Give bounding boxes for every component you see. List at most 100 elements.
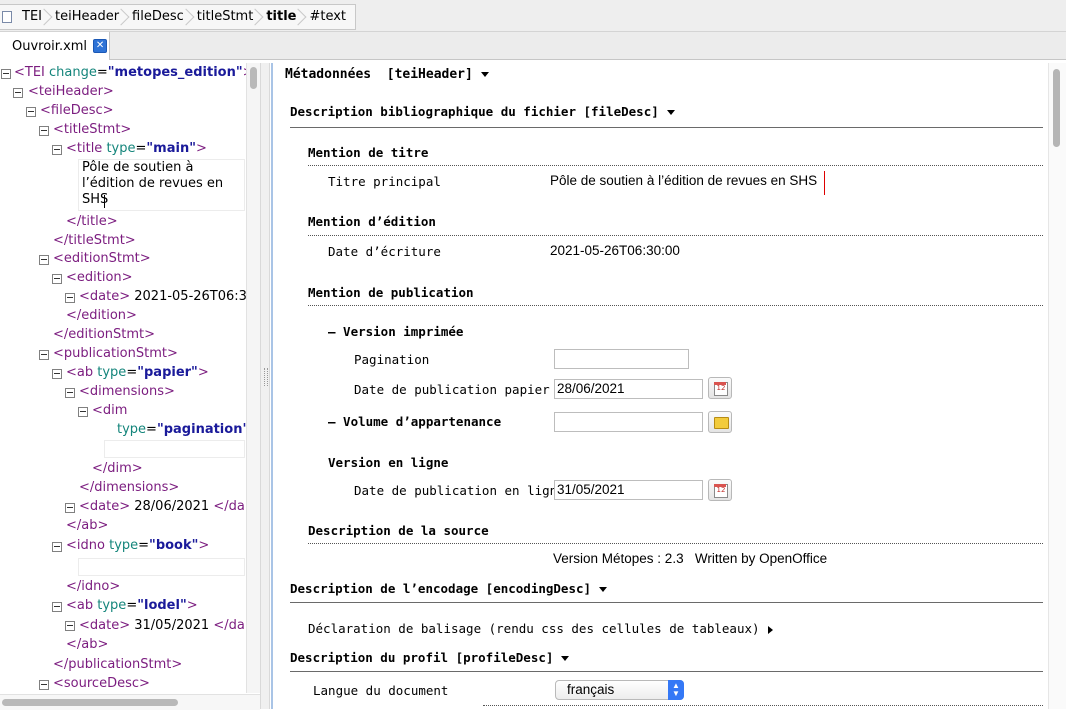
attr-value: "main" [146, 141, 196, 156]
collapse-icon[interactable] [65, 293, 75, 303]
idno-text-editor[interactable] [78, 558, 245, 576]
tree-node-ab-lodel[interactable]: <ab type="lodel"> [66, 596, 198, 615]
text-cursor [104, 195, 105, 208]
tree-node-ab-end[interactable]: </ab> [66, 635, 108, 654]
tree-node-publicationstmt-end[interactable]: </publicationStmt> [53, 655, 182, 674]
print-version-heading[interactable]: – Version imprimée [328, 323, 463, 341]
tree-node-titlestmt-end[interactable]: </titleStmt> [53, 231, 136, 250]
tree-node-ab-papier[interactable]: <ab type="papier"> [66, 363, 209, 382]
tab-ouvroir-xml[interactable]: Ouvroir.xml ✕ [0, 32, 110, 60]
markup-declaration[interactable]: Déclaration de balisage (rendu css des c… [308, 620, 773, 638]
date-value[interactable]: 2021-05-26T06:30:00 [550, 242, 680, 260]
volume-field[interactable] [554, 412, 703, 432]
collapse-icon[interactable] [26, 107, 36, 117]
tree-node-tei[interactable]: <TEI change="metopes_edition"> [14, 63, 246, 82]
breadcrumb-item-tei[interactable]: TEI [14, 6, 47, 28]
filedesc-heading-label: Description bibliographique du fichier [… [290, 104, 659, 119]
print-date-field[interactable]: 28/06/2021 [554, 379, 703, 399]
metadata-heading[interactable]: Métadonnées [teiHeader] [285, 66, 489, 84]
collapse-icon[interactable] [13, 88, 23, 98]
tag-name: <publicationStmt> [53, 346, 178, 361]
tag-bracket: > [195, 141, 207, 156]
pagination-field[interactable] [554, 349, 689, 369]
tag-name: <ab [66, 598, 94, 613]
collapse-icon[interactable] [65, 388, 75, 398]
outline-horizontal-scrollbar[interactable] [0, 694, 260, 710]
breadcrumb-item-titlestmt[interactable]: titleStmt [189, 6, 259, 28]
tree-node-edition[interactable]: <edition> [66, 268, 133, 287]
tree-node-sourcedesc[interactable]: <sourceDesc> [53, 674, 150, 693]
publication-section-heading: Mention de publication [308, 285, 474, 300]
collapse-icon[interactable] [52, 145, 62, 155]
volume-heading[interactable]: – Volume d’appartenance [328, 413, 501, 431]
section-divider [483, 705, 1043, 706]
collapse-icon[interactable] [65, 503, 75, 513]
profile-heading[interactable]: Description du profil [profileDesc] [290, 649, 570, 667]
date-label: Date d’écriture [328, 244, 441, 259]
calendar-button[interactable]: 12 [708, 377, 732, 399]
collapse-icon[interactable] [78, 407, 88, 417]
online-date-field[interactable]: 31/05/2021 [554, 480, 703, 500]
breadcrumb-item-title[interactable]: title [258, 6, 301, 28]
metadata-form: Métadonnées [teiHeader] Description bibl… [271, 63, 1066, 709]
tree-node-title[interactable]: <title type="main"> [66, 139, 207, 158]
tree-node-filedesc[interactable]: <fileDesc> [40, 101, 114, 120]
tree-node-date[interactable]: <date> 2021-05-26T06:3 [79, 287, 246, 306]
tree-node-idno[interactable]: <idno type="book"> [66, 536, 209, 555]
filedesc-heading[interactable]: Description bibliographique du fichier [… [290, 103, 675, 121]
title-text-line: l’édition de revues en [82, 176, 224, 191]
tree-node-date[interactable]: <date> 31/05/2021 </da [79, 616, 245, 635]
breadcrumb-item-teiheader[interactable]: teiHeader [47, 6, 124, 28]
tree-node-dim-end[interactable]: </dim> [92, 459, 143, 478]
form-vertical-scrollbar[interactable] [1048, 63, 1066, 709]
collapse-icon[interactable] [52, 274, 62, 284]
tree-node-dimensions-end[interactable]: </dimensions> [79, 478, 179, 497]
collapse-icon[interactable] [52, 369, 62, 379]
tree-node-editionstmt[interactable]: <editionStmt> [53, 249, 151, 268]
tree-node-publicationstmt[interactable]: <publicationStmt> [53, 344, 178, 363]
scrollbar-thumb[interactable] [250, 67, 257, 89]
collapse-icon[interactable] [52, 602, 62, 612]
node-text: 28/06/2021 [134, 499, 210, 514]
scrollbar-thumb[interactable] [2, 699, 178, 706]
title-value[interactable]: Pôle de soutien à l’édition de revues en… [550, 172, 817, 190]
collapse-icon[interactable] [39, 126, 49, 136]
browse-button[interactable] [708, 411, 732, 433]
collapse-icon[interactable] [39, 680, 49, 690]
collapse-icon[interactable] [39, 350, 49, 360]
section-divider [308, 543, 1043, 544]
attr-name: type [106, 141, 136, 156]
tree-node-editionstmt-end[interactable]: </editionStmt> [53, 325, 155, 344]
tree-node-dim-attr: type="pagination": [117, 420, 246, 439]
language-select[interactable]: français ▲ ▼ [555, 680, 684, 700]
tree-node-edition-end[interactable]: </edition> [66, 306, 137, 325]
document-icon [0, 6, 14, 28]
dim-text-editor[interactable] [104, 440, 245, 458]
tree-node-titlestmt[interactable]: <titleStmt> [53, 120, 131, 139]
tree-node-dimensions[interactable]: <dimensions> [79, 382, 175, 401]
breadcrumb-item-text[interactable]: #text [301, 6, 351, 28]
chevron-down-icon [666, 110, 675, 115]
section-divider [308, 165, 1043, 166]
attr-name: type [97, 365, 127, 380]
tag-name: <title [66, 141, 103, 156]
calendar-button[interactable]: 12 [708, 479, 732, 501]
tree-node-dim[interactable]: <dim [92, 401, 127, 420]
tree-node-title-end[interactable]: </title> [66, 212, 118, 231]
collapse-icon[interactable] [65, 621, 75, 631]
outline-vertical-scrollbar[interactable] [246, 63, 261, 693]
tree-node-ab-end[interactable]: </ab> [66, 516, 108, 535]
scrollbar-thumb[interactable] [1053, 69, 1060, 147]
tag-name: </title> [66, 214, 118, 229]
tree-node-date[interactable]: <date> 28/06/2021 </da [79, 497, 245, 516]
tree-node-idno-end[interactable]: </idno> [66, 577, 120, 596]
collapse-icon[interactable] [52, 542, 62, 552]
chevron-down-icon [561, 656, 570, 661]
breadcrumb-item-filedesc[interactable]: fileDesc [124, 6, 189, 28]
encoding-heading[interactable]: Description de l’encodage [encodingDesc] [290, 580, 608, 598]
collapse-icon[interactable] [1, 69, 11, 79]
tree-node-teiheader[interactable]: <teiHeader> [28, 82, 114, 101]
panel-splitter[interactable] [260, 63, 270, 709]
close-icon[interactable]: ✕ [93, 39, 108, 53]
collapse-icon[interactable] [39, 255, 49, 265]
